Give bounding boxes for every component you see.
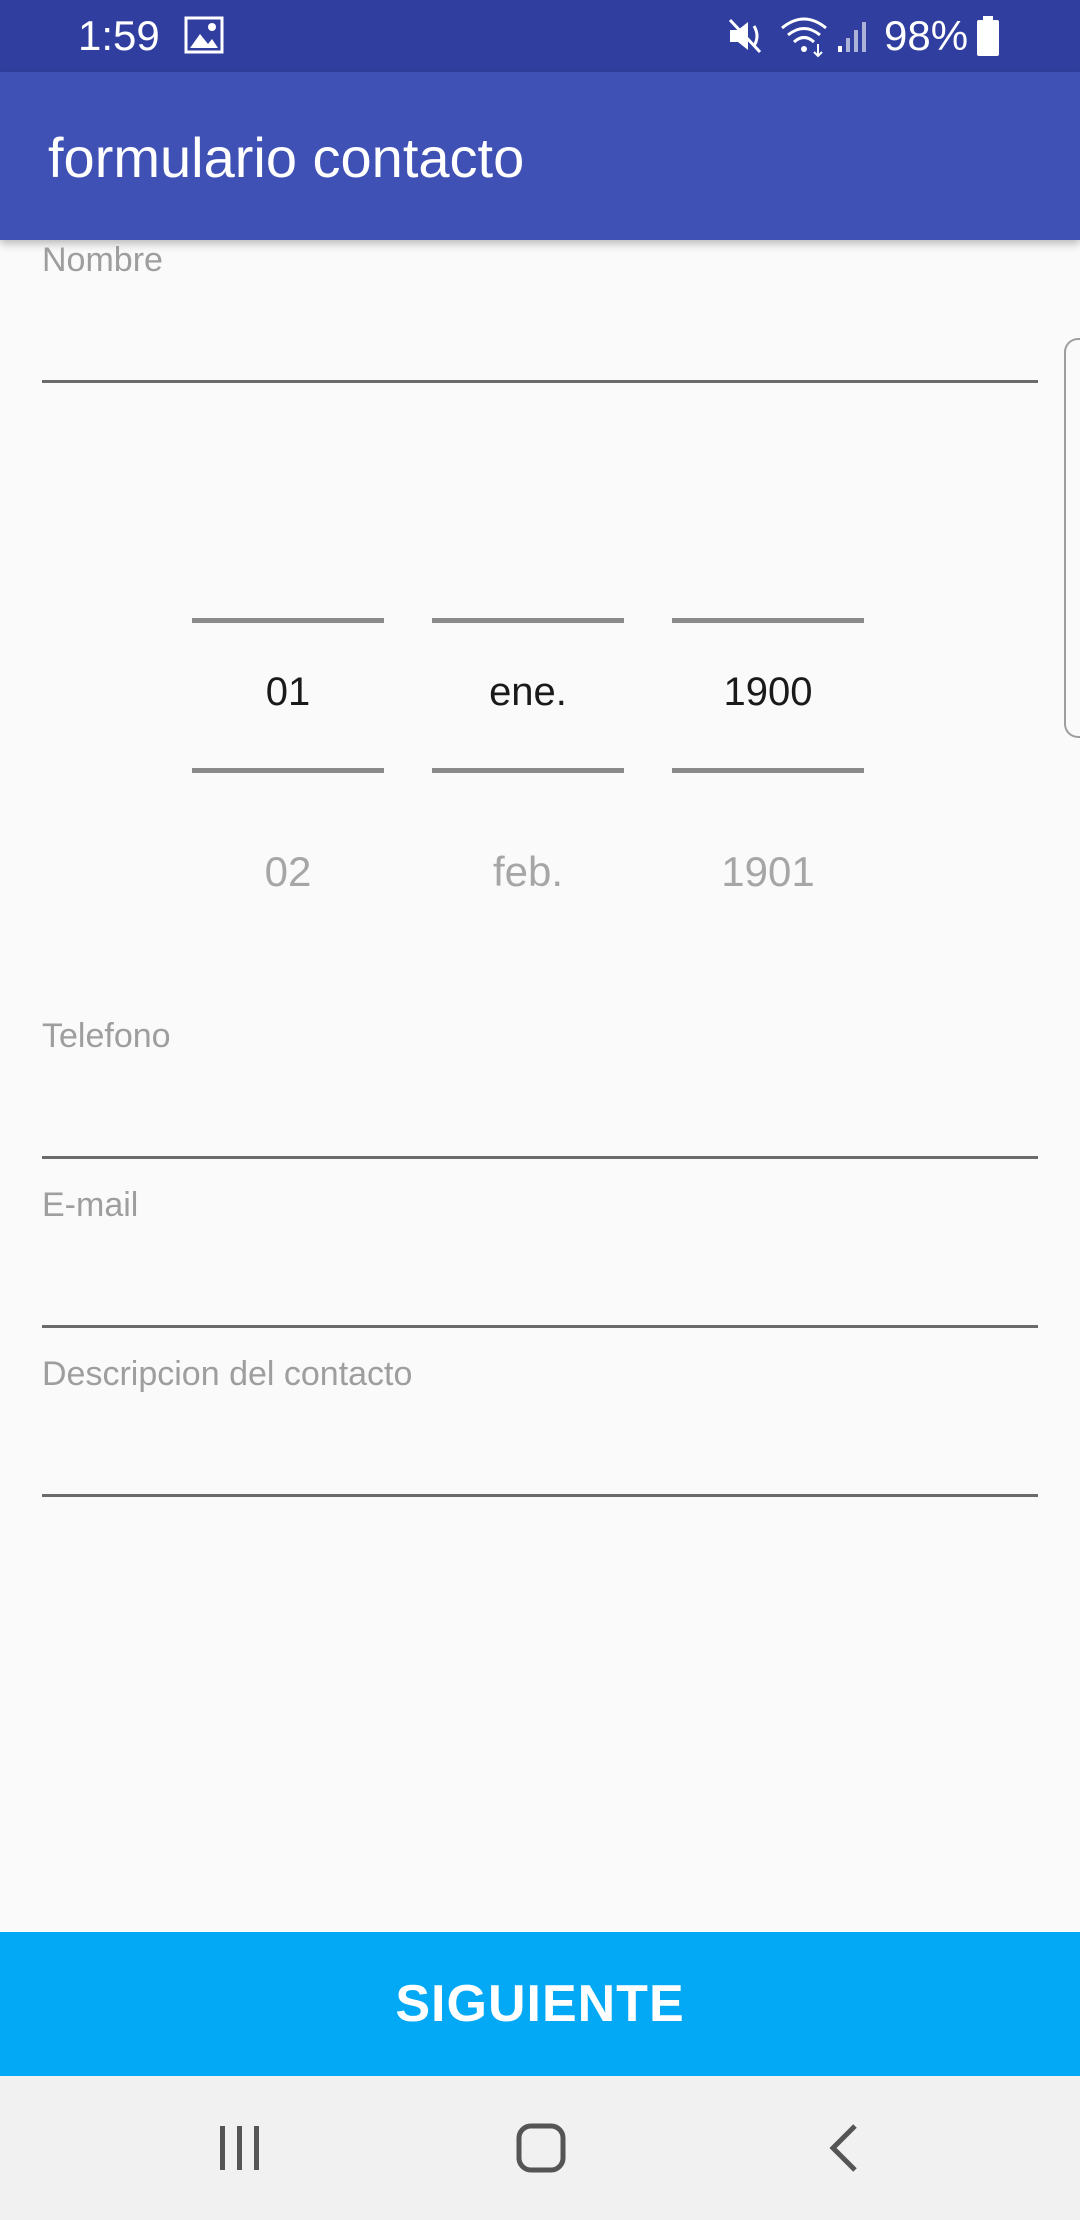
day-selected[interactable]: 01: [192, 670, 384, 715]
image-icon: [184, 16, 224, 54]
descripcion-label: Descripcion del contacto: [42, 1355, 413, 1393]
form-content: Nombre 01 02 ene. feb. 1900 1901 Telefon…: [0, 240, 1080, 1932]
telefono-underline: [42, 1156, 1038, 1159]
battery-icon: [977, 16, 999, 56]
app-bar: formulario contacto: [0, 72, 1080, 240]
descripcion-underline: [42, 1494, 1038, 1497]
wifi-icon: [781, 17, 827, 58]
year-picker-top-rule: [672, 618, 864, 623]
day-picker-bottom-rule: [192, 768, 384, 773]
descripcion-field[interactable]: Descripcion del contacto: [42, 1354, 1038, 1500]
status-time: 1:59: [78, 12, 160, 59]
telefono-field[interactable]: Telefono: [42, 1016, 1038, 1162]
month-picker-bottom-rule: [432, 768, 624, 773]
telefono-label: Telefono: [42, 1017, 171, 1055]
navigation-bar: [0, 2076, 1080, 2220]
signal-icon: [838, 22, 866, 52]
month-next[interactable]: feb.: [432, 848, 624, 896]
battery-percentage: 98%: [884, 12, 969, 59]
year-next[interactable]: 1901: [672, 848, 864, 896]
siguiente-button[interactable]: SIGUIENTE: [0, 1932, 1080, 2076]
month-selected[interactable]: ene.: [432, 670, 624, 715]
nombre-underline: [42, 380, 1038, 383]
email-label: E-mail: [42, 1186, 139, 1224]
nombre-field[interactable]: Nombre: [42, 240, 1038, 386]
email-underline: [42, 1325, 1038, 1328]
day-next[interactable]: 02: [192, 848, 384, 896]
day-picker-top-rule: [192, 618, 384, 623]
day-picker[interactable]: 01 02: [192, 618, 384, 918]
month-picker-top-rule: [432, 618, 624, 623]
year-picker[interactable]: 1900 1901: [672, 618, 864, 918]
nombre-label: Nombre: [42, 241, 163, 279]
home-icon[interactable]: [511, 2118, 571, 2178]
month-picker[interactable]: ene. feb.: [432, 618, 624, 918]
year-picker-bottom-rule: [672, 768, 864, 773]
app-title: formulario contacto: [48, 126, 525, 189]
email-field[interactable]: E-mail: [42, 1185, 1038, 1331]
recents-icon[interactable]: [210, 2118, 270, 2178]
status-bar: 1:59 98%: [0, 0, 1080, 72]
year-selected[interactable]: 1900: [672, 670, 864, 715]
mute-icon: [728, 18, 762, 54]
back-icon[interactable]: [815, 2118, 875, 2178]
edge-panel-handle[interactable]: [1064, 338, 1080, 738]
